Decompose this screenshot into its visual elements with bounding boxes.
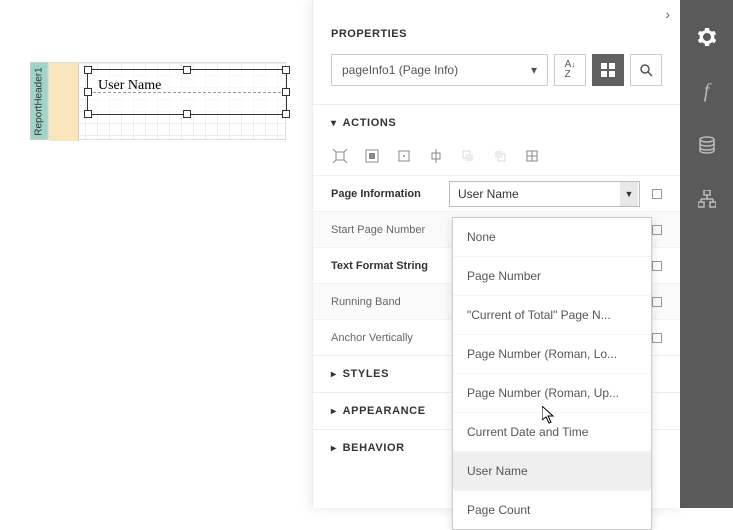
prop-label: Page Information: [331, 188, 449, 200]
band-margin: [49, 63, 79, 141]
band-header-label[interactable]: ReportHeader1: [30, 62, 48, 140]
dropdown-option[interactable]: "Current of Total" Page N...: [453, 296, 651, 335]
dropdown-option-hover[interactable]: User Name: [453, 452, 651, 491]
dropdown-option[interactable]: Page Number: [453, 257, 651, 296]
chevron-right-icon: ▸: [331, 406, 337, 417]
control-midline: [88, 92, 286, 93]
dropdown-option[interactable]: Page Count: [453, 491, 651, 529]
prop-marker[interactable]: [652, 189, 662, 199]
chevron-right-icon: ▸: [331, 443, 337, 454]
actions-toolbar: [313, 141, 680, 175]
resize-handle-w[interactable]: [84, 88, 92, 96]
section-label: STYLES: [343, 368, 389, 380]
design-canvas[interactable]: ReportHeader1 User Name: [30, 62, 294, 140]
section-header-actions[interactable]: ▾ ACTIONS: [313, 105, 680, 141]
section-label: ACTIONS: [343, 117, 397, 129]
data-tab-button[interactable]: [692, 130, 722, 160]
prop-marker[interactable]: [652, 225, 662, 235]
section-label: BEHAVIOR: [343, 442, 405, 454]
prop-marker[interactable]: [652, 297, 662, 307]
gear-icon: [697, 27, 717, 47]
control-text: User Name: [88, 70, 286, 102]
object-selector[interactable]: pageInfo1 (Page Info) ▾: [331, 54, 548, 86]
report-explorer-tab-button[interactable]: [692, 184, 722, 214]
prop-label: Text Format String: [331, 260, 449, 272]
band-body[interactable]: User Name: [48, 62, 286, 140]
fit-bounds-icon[interactable]: [331, 147, 349, 165]
dropdown-option[interactable]: Page Number (Roman, Lo...: [453, 335, 651, 374]
dropdown-value: User Name: [458, 187, 519, 201]
sort-alpha-button[interactable]: A↓Z: [554, 54, 586, 86]
search-button[interactable]: [630, 54, 662, 86]
category-view-icon: [601, 63, 615, 77]
band-header-text: ReportHeader1: [34, 67, 45, 135]
chevron-right-icon: ▸: [331, 369, 337, 380]
expressions-tab-button[interactable]: f: [692, 76, 722, 106]
bring-front-icon: [459, 147, 477, 165]
chevron-down-icon: ▾: [331, 118, 337, 129]
database-icon: [698, 136, 716, 154]
prop-marker[interactable]: [652, 333, 662, 343]
prop-label: Start Page Number: [331, 224, 449, 236]
resize-handle-sw[interactable]: [84, 110, 92, 118]
send-back-icon: [491, 147, 509, 165]
cursor-icon: [542, 406, 558, 426]
panel-title: PROPERTIES: [313, 22, 680, 54]
tree-icon: [698, 190, 716, 208]
section-label: APPEARANCE: [343, 405, 426, 417]
resize-handle-s[interactable]: [183, 110, 191, 118]
resize-handle-e[interactable]: [282, 88, 290, 96]
dropdown-option[interactable]: None: [453, 218, 651, 257]
sort-alpha-icon: A↓Z: [565, 60, 576, 80]
resize-handle-n[interactable]: [183, 66, 191, 74]
collapse-icon[interactable]: ›: [665, 6, 670, 22]
center-horiz-icon[interactable]: [427, 147, 445, 165]
object-selector-text: pageInfo1 (Page Info): [342, 63, 458, 77]
prop-label: Running Band: [331, 296, 449, 308]
properties-tab-button[interactable]: [692, 22, 722, 52]
category-view-button[interactable]: [592, 54, 624, 86]
page-info-dropdown[interactable]: User Name ▼: [449, 181, 640, 207]
resize-handle-ne[interactable]: [282, 66, 290, 74]
object-selector-row: pageInfo1 (Page Info) ▾ A↓Z: [313, 54, 680, 104]
selected-control[interactable]: User Name: [87, 69, 287, 115]
right-toolbar: f: [680, 0, 733, 508]
search-icon: [639, 63, 653, 77]
resize-handle-nw[interactable]: [84, 66, 92, 74]
function-icon: f: [704, 80, 710, 103]
size-to-grid-icon[interactable]: [395, 147, 413, 165]
align-grid-icon[interactable]: [523, 147, 541, 165]
prop-page-information: Page Information User Name ▼: [313, 175, 680, 211]
page-info-dropdown-list[interactable]: None Page Number "Current of Total" Page…: [452, 217, 652, 530]
panel-collapse-row: ›: [313, 0, 680, 22]
fit-bounds-parent-icon[interactable]: [363, 147, 381, 165]
prop-marker[interactable]: [652, 261, 662, 271]
chevron-down-icon: ▾: [531, 63, 537, 77]
chevron-down-icon: ▼: [620, 182, 638, 206]
prop-label: Anchor Vertically: [331, 332, 449, 344]
resize-handle-se[interactable]: [282, 110, 290, 118]
